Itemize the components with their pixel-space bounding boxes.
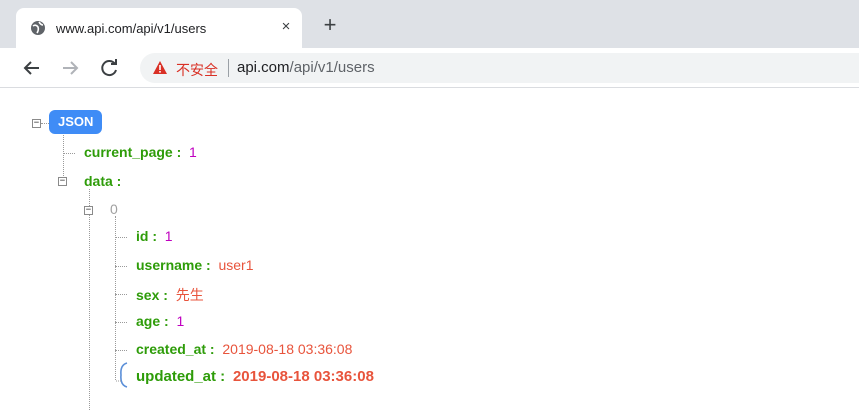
- tab-title: www.api.com/api/v1/users: [56, 21, 207, 36]
- json-value: 1: [189, 144, 197, 160]
- warning-icon: [153, 61, 167, 74]
- json-row-age: age : 1: [136, 313, 184, 329]
- globe-icon: [31, 21, 45, 35]
- json-row-updated-at: updated_at : 2019-08-18 03:36:08: [136, 368, 374, 385]
- json-value: 先生: [175, 287, 204, 303]
- json-row-id: id : 1: [136, 228, 173, 244]
- tree-line: [115, 216, 116, 380]
- tree-line: [115, 350, 127, 351]
- json-key: id :: [136, 228, 157, 244]
- divider: [228, 59, 229, 77]
- json-key: sex :: [136, 287, 168, 303]
- tree-line: [115, 322, 127, 323]
- tree-line: [63, 153, 75, 154]
- json-key: data :: [84, 173, 122, 189]
- json-value: 1: [176, 313, 185, 329]
- tree-line: [89, 189, 90, 410]
- url-path: /api/v1/users: [289, 59, 375, 76]
- new-tab-button[interactable]: +: [318, 14, 342, 38]
- security-label[interactable]: 不安全: [176, 60, 218, 80]
- json-value: 2019-08-18 03:36:08: [232, 368, 374, 385]
- collapse-toggle[interactable]: −: [58, 177, 67, 186]
- close-tab-icon[interactable]: ×: [276, 17, 296, 37]
- json-row-current-page: current_page : 1: [84, 144, 197, 160]
- reload-icon[interactable]: [97, 56, 121, 80]
- tree-line: [115, 237, 127, 238]
- array-index: 0: [110, 201, 118, 217]
- url-host: api.com: [237, 59, 290, 76]
- tree-line: [41, 123, 49, 124]
- json-key: created_at :: [136, 341, 215, 357]
- json-row-index[interactable]: 0: [110, 201, 118, 217]
- url-text[interactable]: api.com/api/v1/users: [237, 59, 375, 76]
- json-key: current_page :: [84, 144, 182, 160]
- collapse-toggle[interactable]: −: [32, 119, 41, 128]
- json-value: 1: [164, 228, 173, 244]
- json-value: 2019-08-18 03:36:08: [222, 341, 353, 357]
- tab-strip: www.api.com/api/v1/users × +: [0, 0, 859, 48]
- json-value: user1: [218, 257, 254, 273]
- forward-arrow-icon[interactable]: [58, 56, 82, 80]
- browser-tab[interactable]: www.api.com/api/v1/users ×: [16, 8, 302, 48]
- tree-line: [115, 266, 127, 267]
- json-viewer: − − − JSON current_page : 1 data : 0 id …: [0, 88, 859, 410]
- browser-toolbar: 不安全 api.com/api/v1/users: [0, 48, 859, 88]
- collapse-toggle[interactable]: −: [84, 206, 93, 215]
- tree-line: [63, 128, 64, 180]
- address-bar[interactable]: 不安全 api.com/api/v1/users: [140, 53, 859, 83]
- json-row-created-at: created_at : 2019-08-18 03:36:08: [136, 341, 352, 357]
- json-root-badge[interactable]: JSON: [49, 110, 103, 134]
- json-key: updated_at :: [136, 368, 226, 385]
- json-key: age :: [136, 313, 169, 329]
- json-row-data[interactable]: data :: [84, 173, 121, 189]
- back-arrow-icon[interactable]: [20, 56, 44, 80]
- json-row-sex: sex : 先生: [136, 285, 204, 305]
- bracket-highlight-icon: [116, 362, 128, 388]
- json-key: username :: [136, 257, 211, 273]
- tree-line: [115, 294, 127, 295]
- json-row-username: username : user1: [136, 257, 254, 273]
